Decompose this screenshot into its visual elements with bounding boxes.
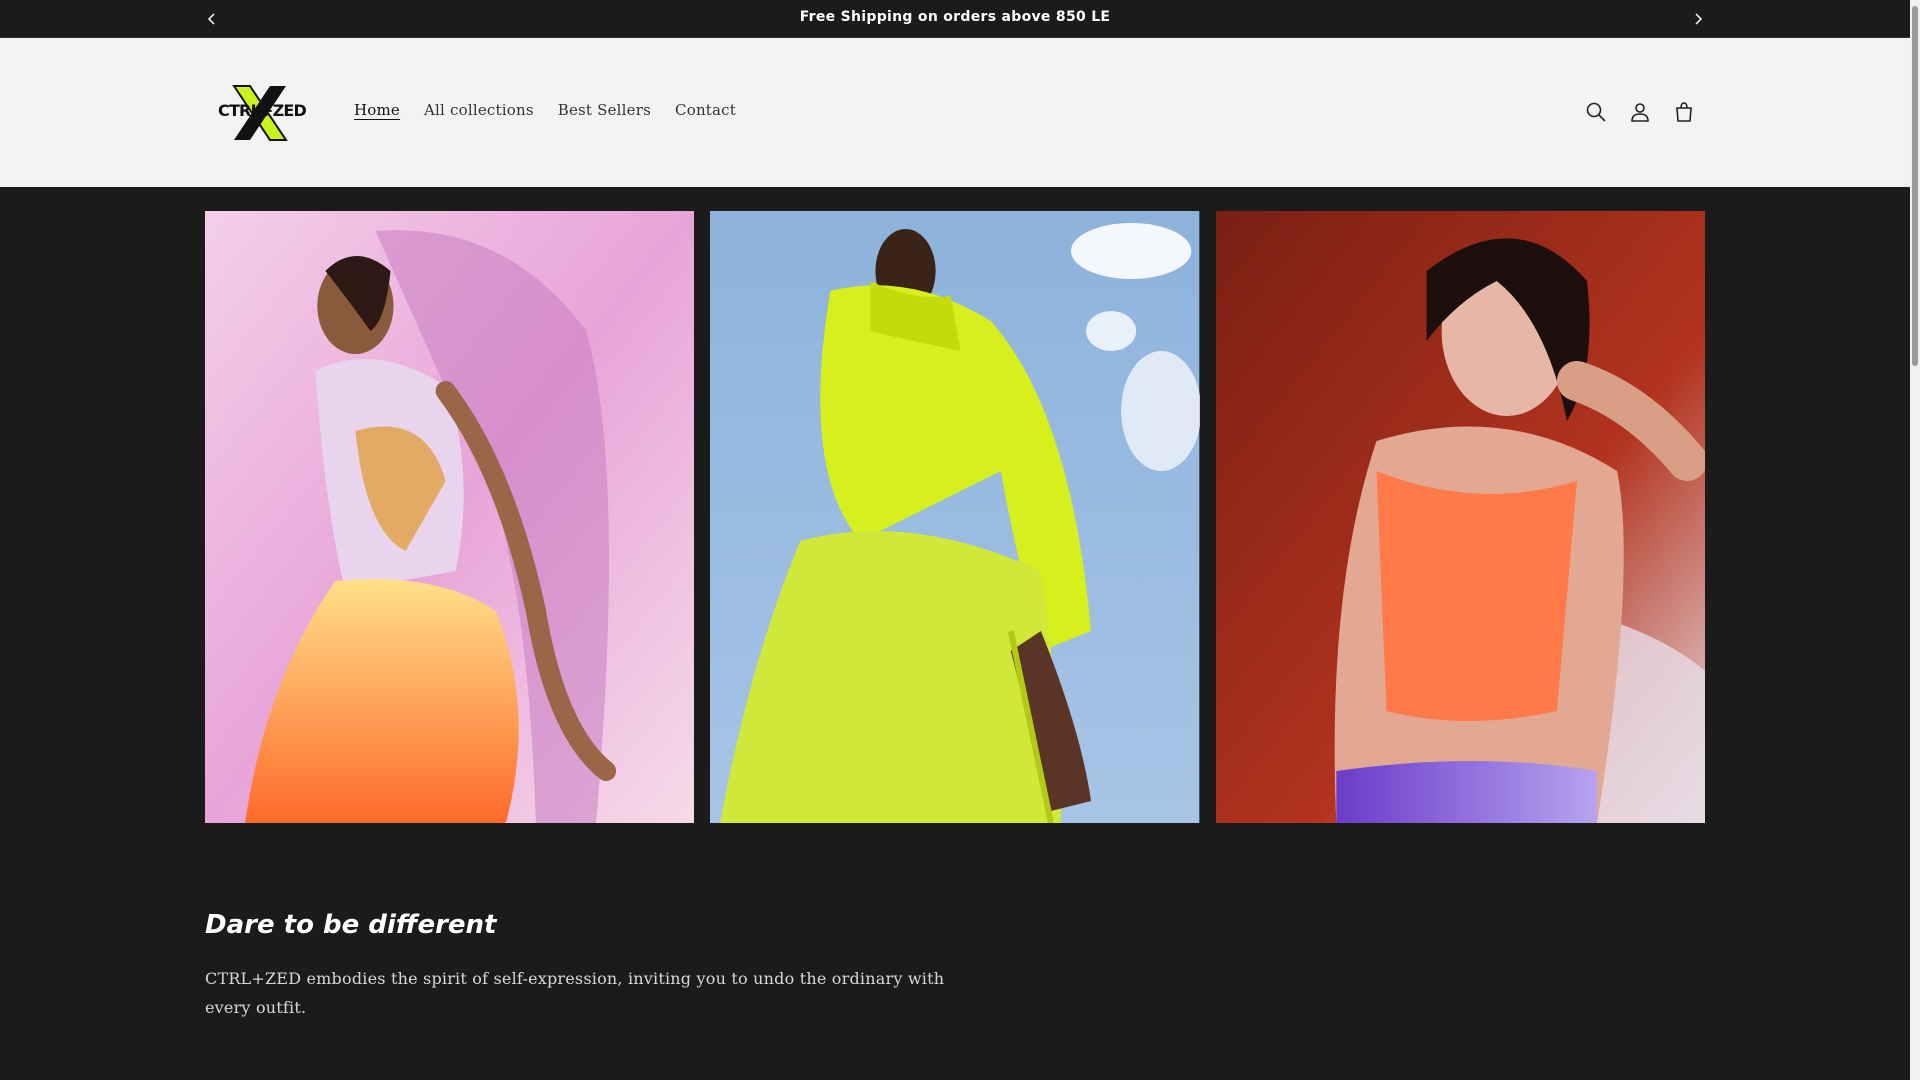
hero-gallery — [205, 211, 1705, 823]
page-viewport: Free Shipping on orders above 850 LE CTR… — [0, 0, 1910, 1080]
section-title: Dare to be different — [205, 910, 497, 940]
account-button[interactable] — [1628, 100, 1652, 124]
gallery-image-1[interactable] — [205, 211, 695, 823]
nav-home[interactable]: Home — [354, 101, 400, 119]
nav-contact[interactable]: Contact — [675, 101, 736, 119]
model-neon-jacket-sky-image — [710, 211, 1200, 823]
announcement-text: Free Shipping on orders above 850 LE — [799, 9, 1111, 25]
cart-icon — [1676, 102, 1692, 122]
scrollbar-thumb[interactable] — [1912, 6, 1918, 366]
header-actions — [1584, 100, 1696, 124]
gallery-image-2[interactable] — [710, 211, 1200, 823]
cart-button[interactable] — [1672, 100, 1696, 124]
main-nav: Home All collections Best Sellers Contac… — [354, 101, 760, 119]
account-icon — [1631, 103, 1649, 122]
section-body: CTRL+ZED embodies the spirit of self-exp… — [205, 969, 945, 1017]
nav-all-collections[interactable]: All collections — [424, 101, 534, 119]
gallery-image-3[interactable] — [1215, 211, 1705, 823]
search-icon — [1586, 102, 1606, 122]
logo-text: CTRL+ZED — [218, 101, 307, 120]
nav-best-sellers[interactable]: Best Sellers — [558, 101, 651, 119]
model-orange-top-red-backdrop-image — [1215, 211, 1705, 823]
brand-logo[interactable]: CTRL+ZED — [214, 84, 307, 142]
page-scrollbar[interactable] — [1910, 0, 1920, 1080]
search-button[interactable] — [1584, 100, 1608, 124]
announcement-next-button[interactable] — [1686, 8, 1710, 30]
site-header: CTRL+ZED Home All collections Best Selle… — [0, 38, 1910, 187]
model-pink-backdrop-image — [205, 211, 695, 823]
announcement-bar: Free Shipping on orders above 850 LE — [0, 0, 1910, 38]
chevron-right-icon — [1695, 13, 1703, 25]
